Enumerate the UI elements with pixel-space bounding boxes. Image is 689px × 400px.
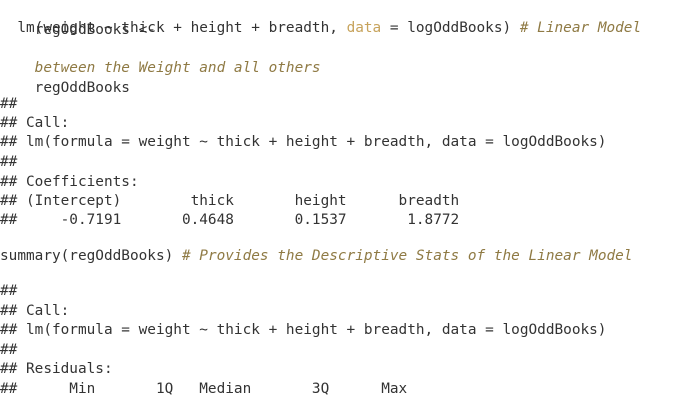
code-text: lm(weight ~ thick + height + breadth, [0,20,347,36]
code-comment: # Provides the Descriptive Stats of the … [181,248,633,264]
code-text: = logOddBooks) [381,20,520,36]
output-line: ## -0.7191 0.4648 0.1537 1.8772 [0,212,460,228]
output-line: ## Call: [0,115,70,131]
code-text: regOddBooks [34,80,130,96]
code-text: summary(regOddBooks) [0,248,182,264]
output-line: ## Residuals: [0,361,113,377]
output-line: ## lm(formula = weight ~ thick + height … [0,134,607,150]
output-line: ## Min 1Q Median 3Q Max [0,381,408,397]
output-line: ## [0,283,18,299]
output-line: ## [0,154,18,170]
code-line: summary(regOddBooks) # Provides the Desc… [0,246,632,266]
output-line: ## [0,342,18,358]
code-comment: # Linear Model [519,20,642,36]
code-line: lm(weight ~ thick + height + breadth, da… [0,18,641,38]
output-line: ## lm(formula = weight ~ thick + height … [0,322,607,338]
output-line: ## Coefficients: [0,174,139,190]
output-line: ## (Intercept) thick height breadth [0,193,460,209]
code-line: between the Weight and all others [0,38,321,76]
code-output-panel: regOddBooks <- lm(weight ~ thick + heigh… [0,0,689,400]
argument-name: data [346,20,382,36]
code-line: regOddBooks [0,58,130,96]
output-line: ## Call: [0,303,70,319]
output-line: ## [0,96,18,112]
code-line: regOddBooks <- [0,0,156,38]
